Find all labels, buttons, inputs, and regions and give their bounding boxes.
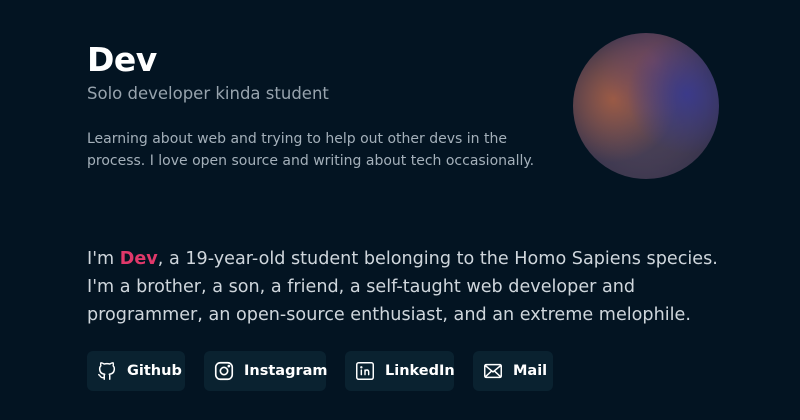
intro-prefix: I'm bbox=[87, 249, 120, 269]
instagram-icon bbox=[213, 360, 235, 382]
linkedin-label: LinkedIn bbox=[385, 363, 455, 379]
profile-name: Dev bbox=[87, 40, 157, 79]
intro-name-highlight: Dev bbox=[119, 249, 158, 269]
mail-label: Mail bbox=[513, 363, 548, 379]
github-label: Github bbox=[127, 363, 182, 379]
social-links: Github Instagram LinkedIn Mail bbox=[87, 351, 553, 391]
mail-button[interactable]: Mail bbox=[473, 351, 553, 391]
intro-suffix: , a 19-year-old student belonging to the… bbox=[87, 249, 718, 325]
instagram-label: Instagram bbox=[244, 363, 328, 379]
instagram-button[interactable]: Instagram bbox=[204, 351, 328, 391]
github-icon bbox=[96, 360, 118, 382]
intro-paragraph: I'm Dev, a 19-year-old student belonging… bbox=[87, 245, 747, 329]
github-button[interactable]: Github bbox=[87, 351, 185, 391]
avatar bbox=[573, 33, 719, 179]
profile-tagline: Solo developer kinda student bbox=[87, 84, 329, 103]
profile-page: Dev Solo developer kinda student Learnin… bbox=[0, 0, 800, 420]
linkedin-button[interactable]: LinkedIn bbox=[345, 351, 455, 391]
mail-icon bbox=[482, 360, 504, 382]
linkedin-icon bbox=[354, 360, 376, 382]
profile-bio: Learning about web and trying to help ou… bbox=[87, 131, 535, 169]
